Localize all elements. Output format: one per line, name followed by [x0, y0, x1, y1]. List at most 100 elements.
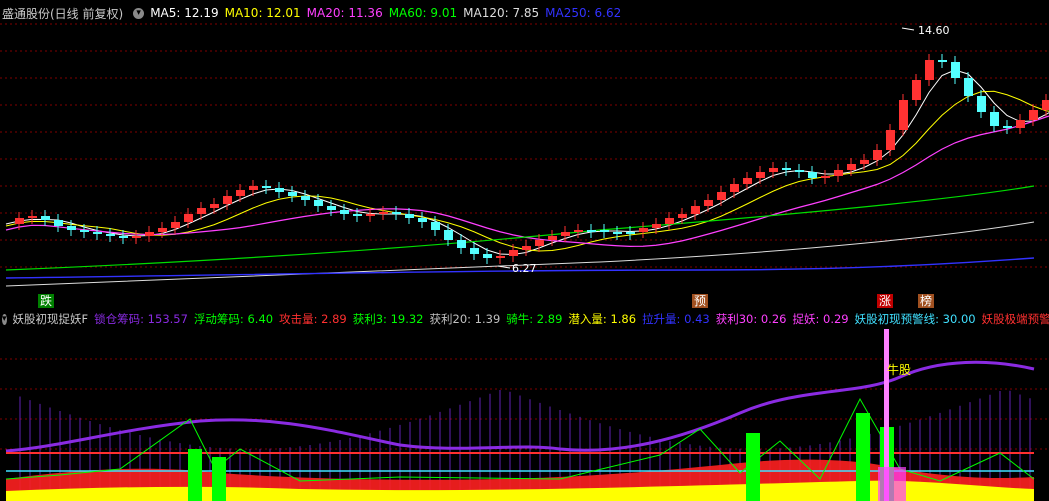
candle-body	[106, 234, 115, 236]
candle-body	[808, 172, 817, 178]
candle-body	[704, 200, 713, 206]
candle-body	[41, 216, 50, 220]
candle-body	[977, 96, 986, 112]
candle-body	[158, 228, 167, 232]
candle-body	[613, 232, 622, 234]
candle-body	[145, 232, 154, 236]
candle-body	[665, 218, 674, 224]
candle-body	[691, 206, 700, 214]
moving-average-lines	[5, 69, 1049, 287]
candle-body	[886, 130, 895, 150]
ma10-label: MA10: 12.01	[224, 6, 301, 20]
candle-body	[574, 230, 583, 232]
chevron-down-icon[interactable]: ▾	[133, 7, 145, 19]
indicator-item-7: 拉升量: 0.43	[642, 312, 710, 326]
candle-body	[301, 196, 310, 200]
indicator-item-2: 攻击量: 2.89	[279, 312, 347, 326]
profit-bar	[856, 413, 870, 501]
indicator-item-8: 获利30: 0.26	[715, 312, 787, 326]
high-arrow-icon	[901, 27, 915, 31]
indicator-item-5: 骑牛: 2.89	[506, 312, 563, 326]
ma250-label: MA250: 6.62	[545, 6, 622, 20]
indicator-item-10: 妖股初现预警线: 30.00	[854, 312, 976, 326]
candle-body	[262, 186, 271, 188]
candle-body	[860, 160, 869, 164]
candle-body	[197, 208, 206, 214]
candle-body	[561, 232, 570, 236]
signal-marker-rank[interactable]: 榜	[918, 294, 935, 308]
candle-body	[171, 222, 180, 228]
ma60-label: MA60: 9.01	[388, 6, 458, 20]
profit-bar	[212, 457, 226, 501]
candle-body	[119, 236, 128, 238]
candle-body	[925, 60, 934, 80]
main-chart-header: 盛通股份(日线 前复权) ▾ MA5: 12.19 MA10: 12.01 MA…	[0, 4, 628, 22]
indicator-header: ▾ 妖股初现捉妖F 锁仓筹码: 153.57 浮动筹码: 6.40 攻击量: 2…	[0, 310, 1049, 328]
signal-marker-pre[interactable]: 预	[692, 294, 709, 308]
candle-body	[730, 184, 739, 192]
ma120-label: MA120: 7.85	[463, 6, 540, 20]
indicator-item-3: 获利3: 19.32	[352, 312, 424, 326]
candle-body	[587, 230, 596, 232]
candle-body	[483, 254, 492, 258]
candle-body	[28, 216, 37, 218]
candle-body	[327, 206, 336, 210]
candle-body	[210, 204, 219, 208]
candle-body	[431, 222, 440, 230]
signal-marker-rise[interactable]: 涨	[877, 294, 894, 308]
bull-stock-label: 牛股	[887, 362, 911, 377]
candle-body	[912, 80, 921, 100]
candle-body	[535, 240, 544, 246]
candle-body	[496, 256, 505, 258]
candle-body	[847, 164, 856, 170]
indicator-title[interactable]: 妖股初现捉妖F	[13, 311, 89, 327]
candle-body	[418, 218, 427, 222]
indicator-item-6: 潜入量: 1.86	[568, 312, 637, 326]
high-price-label: 14.60	[918, 24, 950, 37]
candle-body	[873, 150, 882, 160]
candle-body	[249, 186, 258, 190]
low-price-label: 6.27	[512, 262, 537, 275]
candle-body	[54, 220, 63, 226]
candle-body	[743, 178, 752, 184]
indicator-item-11: 妖股极端预警线	[981, 312, 1049, 326]
candle-body	[782, 168, 791, 170]
candle-body	[938, 60, 947, 62]
candle-body	[93, 232, 102, 234]
candle-body	[1042, 100, 1049, 110]
stock-title[interactable]: 盛通股份(日线 前复权)	[2, 5, 123, 22]
price-chart[interactable]: 14.60 6.27	[0, 0, 1049, 300]
indicator-item-4: 获利20: 1.39	[429, 312, 501, 326]
candle-body	[509, 250, 518, 256]
ma20-label: MA20: 11.36	[306, 6, 383, 20]
signal-marker-fall[interactable]: 跌	[38, 294, 55, 308]
candle-body	[275, 188, 284, 192]
indicator-item-9: 捉妖: 0.29	[792, 312, 849, 326]
candle-body	[314, 200, 323, 206]
candle-body	[769, 168, 778, 172]
candle-body	[717, 192, 726, 200]
candle-body	[405, 214, 414, 218]
candle-body	[951, 62, 960, 78]
candle-body	[990, 112, 999, 126]
candle-body	[678, 214, 687, 218]
candle-body	[236, 190, 245, 196]
candle-body	[1029, 110, 1038, 120]
indicator-series	[5, 329, 1035, 501]
catch-demon-area	[878, 467, 906, 501]
ma5-label: MA5: 12.19	[150, 6, 219, 20]
indicator-item-0: 锁仓筹码: 153.57	[94, 312, 188, 326]
candle-body	[184, 214, 193, 222]
indicator-chart[interactable]: 牛股	[0, 329, 1049, 501]
candle-body	[288, 192, 297, 196]
candle-body	[457, 240, 466, 248]
candle-body	[639, 228, 648, 232]
candle-body	[223, 196, 232, 204]
candle-body	[379, 212, 388, 214]
candle-body	[964, 78, 973, 96]
candle-body	[652, 224, 661, 228]
candle-body	[834, 170, 843, 176]
chevron-down-icon[interactable]: ▾	[2, 313, 7, 325]
candle-body	[795, 170, 804, 172]
candle-body	[548, 236, 557, 240]
